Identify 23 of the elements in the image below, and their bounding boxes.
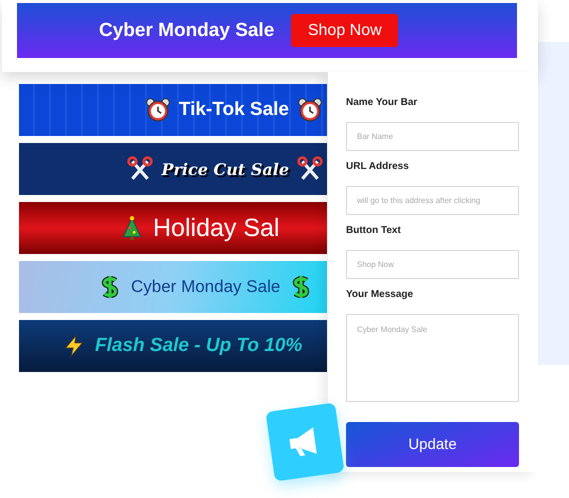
- banner-bar[interactable]: Price Cut Sale: [19, 143, 327, 195]
- input-field[interactable]: will go to this address after clicking: [346, 186, 519, 215]
- banner-text: Tik-Tok Sale: [178, 99, 289, 121]
- update-button[interactable]: Update: [346, 422, 519, 467]
- input-field[interactable]: Shop Now: [346, 250, 519, 279]
- field-label: Name Your Bar: [346, 97, 418, 108]
- banner-text: Cyber Monday Sale: [131, 277, 280, 297]
- input-field[interactable]: Bar Name: [346, 122, 519, 151]
- banner-text: Flash Sale - Up To 10%: [95, 335, 302, 357]
- banner-text: Holiday Sal: [153, 214, 280, 242]
- message-field[interactable]: Cyber Monday Sale: [346, 314, 519, 402]
- shop-now-button[interactable]: Shop Now: [291, 14, 398, 47]
- field-label: URL Address: [346, 161, 410, 172]
- field-label: Button Text: [346, 225, 402, 236]
- banner-bar[interactable]: Cyber Monday Sale: [19, 261, 327, 313]
- alarm-clock-icon: [144, 97, 171, 123]
- scissors-icon: [127, 156, 154, 182]
- banner-bar[interactable]: Flash Sale - Up To 10%: [19, 320, 327, 372]
- banner-bar[interactable]: Tik-Tok Sale: [19, 84, 327, 136]
- field-label: Your Message: [346, 289, 414, 300]
- banner-text: Price Cut Sale: [161, 160, 289, 178]
- banner-bar[interactable]: Holiday Sal: [19, 202, 327, 254]
- bar-message: Cyber Monday Sale: [99, 20, 274, 42]
